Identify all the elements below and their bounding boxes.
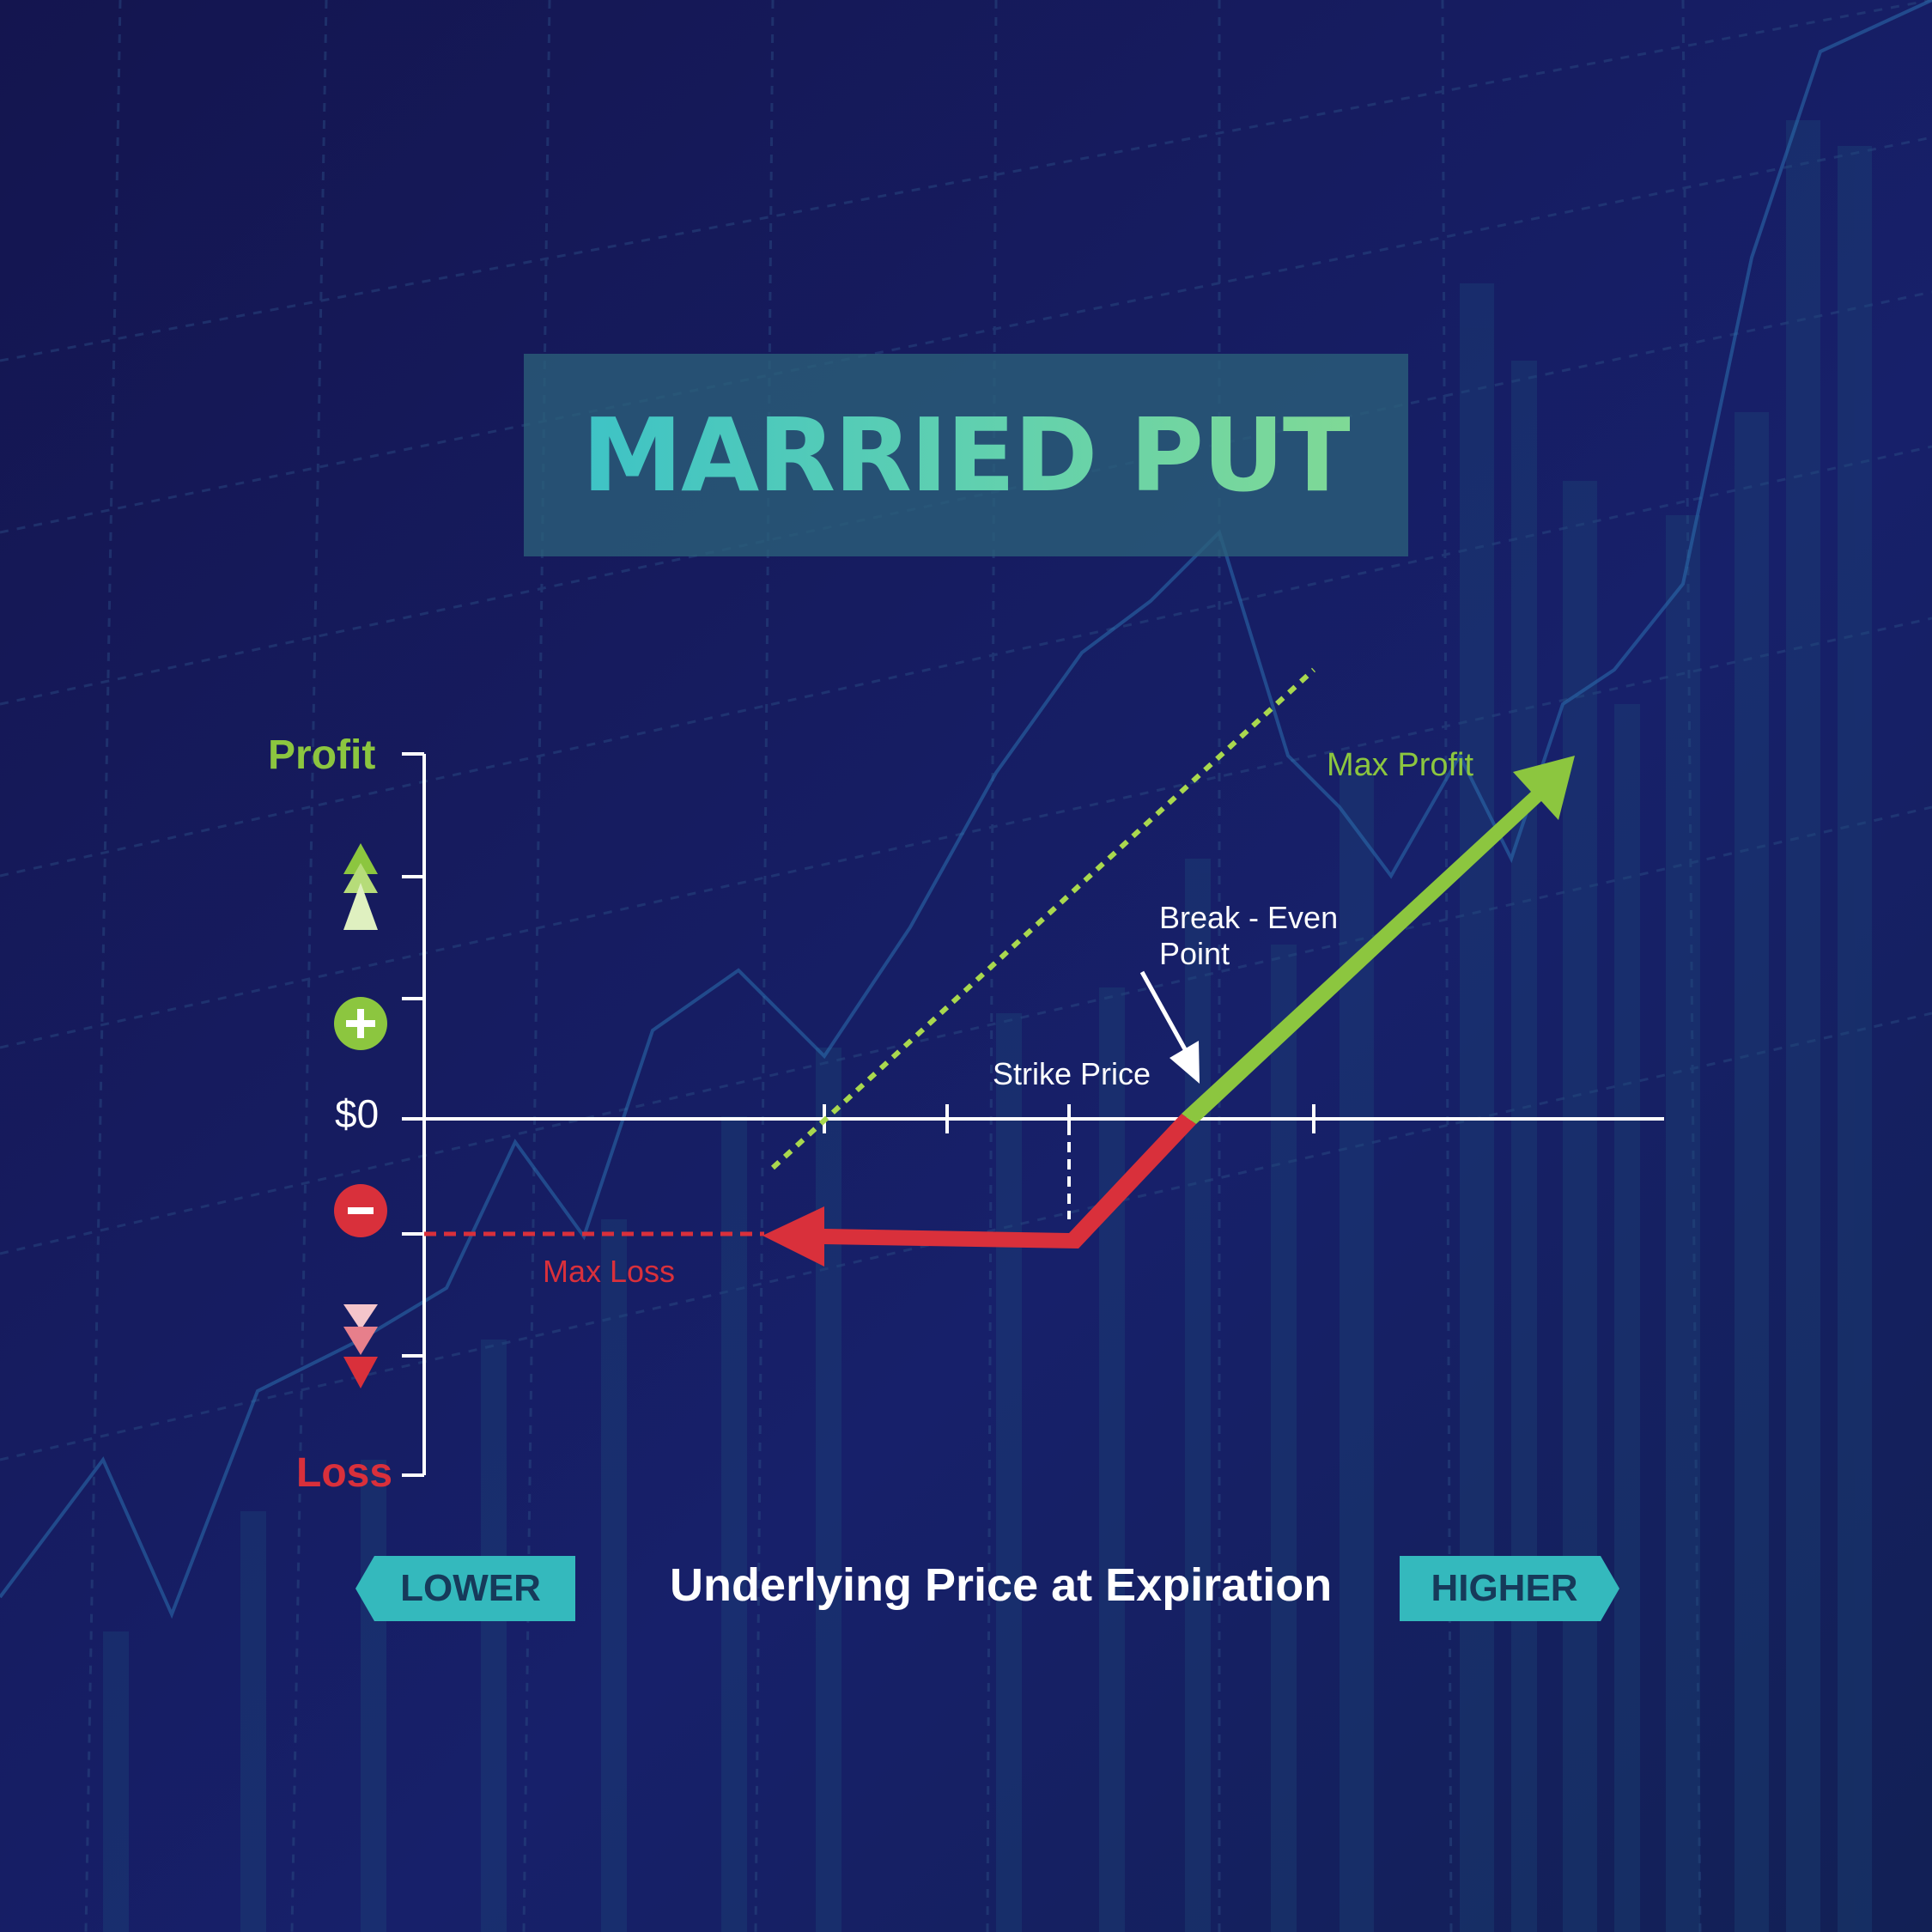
minus-icon	[334, 1184, 387, 1237]
lower-direction-label: LOWER	[400, 1567, 541, 1609]
max-loss-label: Max Loss	[543, 1254, 676, 1289]
x-axis-title: Underlying Price at Expiration	[670, 1559, 1333, 1611]
zero-label: $0	[335, 1091, 380, 1136]
title-banner: MARRIED PUT	[524, 354, 1408, 556]
break-even-label-line2: Point	[1159, 936, 1230, 971]
strike-price-label: Strike Price	[993, 1056, 1151, 1091]
higher-direction-tag: HIGHER	[1400, 1556, 1619, 1621]
page-title: MARRIED PUT	[581, 396, 1352, 514]
y-axis-profit-label: Profit	[268, 732, 376, 778]
y-axis-loss-label: Loss	[296, 1450, 393, 1496]
lower-direction-tag: LOWER	[355, 1556, 575, 1621]
break-even-label: Break - Even Point	[1159, 900, 1338, 972]
higher-direction-label: HIGHER	[1431, 1567, 1578, 1609]
plus-icon	[334, 997, 387, 1050]
max-profit-label: Max Profit	[1327, 747, 1474, 783]
background	[0, 0, 1932, 1932]
break-even-label-line1: Break - Even	[1159, 900, 1339, 935]
diagram-canvas	[0, 0, 1932, 1932]
